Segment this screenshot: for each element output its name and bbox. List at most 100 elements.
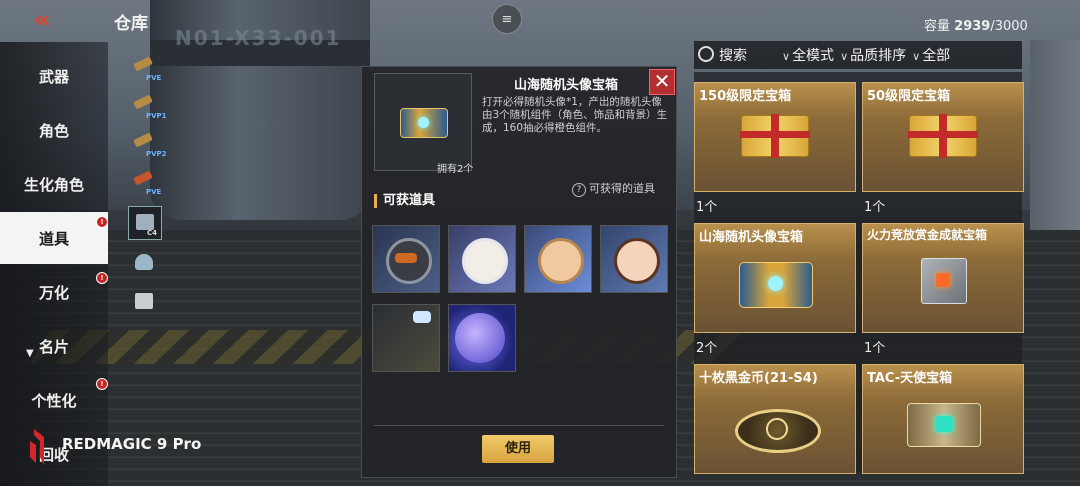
capacity-value: 2939 [954, 19, 991, 34]
reward-item[interactable] [524, 225, 592, 293]
hangar-text: N01-X33-001 [175, 26, 342, 50]
close-button[interactable]: ✕ [649, 69, 675, 95]
capacity-label: 容量 [924, 19, 951, 34]
sidebar-item-label: 个性化 [31, 391, 77, 410]
sub-category-helmet[interactable] [128, 248, 160, 280]
treasure-chest-icon [400, 108, 448, 138]
search-button[interactable]: 搜索 [694, 45, 776, 65]
item-name: 山海随机头像宝箱 [699, 230, 804, 245]
item-thumbnail: 拥有2个 [374, 73, 473, 175]
tac-chest-icon [907, 403, 981, 447]
reward-item[interactable] [372, 225, 440, 293]
notes-button[interactable]: ≡ [492, 4, 522, 34]
sub-category-pve[interactable]: PVE [128, 52, 162, 84]
filter-bar: 搜索 ∨ 全模式 ∨ 品质排序 ∨ 全部 [694, 41, 1022, 69]
sidebar-item-characters[interactable]: 角色 [0, 104, 108, 156]
new-badge-icon: ! [96, 216, 108, 228]
section-title: 可获道具 [374, 194, 435, 208]
brand-watermark: REDMAGIC 9 Pro [62, 435, 202, 453]
question-icon: ? [572, 183, 586, 197]
inventory-item[interactable]: 50级限定宝箱 [862, 82, 1024, 192]
item-name: 150级限定宝箱 [699, 89, 792, 104]
owned-count: 拥有2个 [437, 164, 474, 175]
sub-category-tag: C4 [147, 229, 158, 237]
treasure-chest-icon [739, 262, 813, 308]
quality-sort-label: 品质排序 [850, 48, 907, 64]
sub-category-c4[interactable]: C4 [128, 206, 162, 240]
mode-filter-dropdown[interactable]: ∨ 全模式 [776, 45, 834, 65]
sidebar-item-mutants[interactable]: 生化角色 [0, 158, 108, 210]
sub-category-pvp1[interactable]: PVP1 [128, 90, 167, 122]
sub-category-tag: PVP1 [146, 112, 167, 120]
inventory-item[interactable]: TAC-天使宝箱 [862, 364, 1024, 474]
item-quantity: 1个 [864, 200, 886, 215]
metal-chest-icon [921, 258, 967, 304]
coin-icon [735, 409, 821, 453]
search-icon [698, 46, 714, 62]
new-badge-icon: ! [96, 272, 108, 284]
sub-category-tag: PVP2 [146, 150, 167, 158]
inventory-item[interactable]: 150级限定宝箱 [694, 82, 856, 192]
sidebar-item-label: 角色 [38, 121, 69, 140]
inventory-item[interactable]: 火力竞放赏金成就宝箱 [862, 223, 1024, 333]
helmet-avatar-icon [386, 238, 432, 284]
inventory-item[interactable]: 十枚黑金币(21-S4) [694, 364, 856, 474]
sidebar-item-personalize[interactable]: 个性化 ! [0, 374, 108, 426]
gear-box-icon [135, 293, 153, 309]
item-quantity: 2个 [696, 341, 718, 356]
item-name: 火力竞放赏金成就宝箱 [867, 228, 988, 242]
gun-icon [133, 56, 153, 72]
notes-icon: ≡ [501, 11, 513, 27]
item-detail-dialog: 拥有2个 山海随机头像宝箱 ✕ 打开必得随机头像*1，产出的随机头像由3个随机组… [361, 66, 677, 478]
use-button[interactable]: 使用 [482, 435, 554, 463]
c4-box-icon [136, 214, 154, 230]
reward-item[interactable] [448, 225, 516, 293]
sidebar-item-wanhua[interactable]: 万化 ! [0, 266, 108, 318]
sub-category-strip: PVE PVP1 PVP2 PVE C4 [128, 52, 167, 314]
sub-category-pve-2[interactable]: PVE [128, 166, 161, 198]
sub-category-tag: PVE [146, 74, 162, 82]
double-chevron-left-icon: « [34, 5, 51, 35]
back-button[interactable]: « [34, 6, 70, 34]
sub-category-pvp2[interactable]: PVP2 [128, 128, 167, 160]
sidebar-item-items[interactable]: 道具 ! [0, 212, 108, 264]
gun-icon [133, 170, 153, 186]
new-badge-icon: ! [96, 378, 108, 390]
all-filter-label: 全部 [922, 48, 951, 64]
sub-category-gear[interactable] [128, 286, 160, 318]
sidebar-item-weapons[interactable]: 武器 [0, 50, 108, 102]
help-label: 可获得的道具 [589, 182, 655, 195]
white-hair-avatar-icon [462, 238, 508, 284]
inventory-item[interactable]: 山海随机头像宝箱 [694, 223, 856, 333]
sidebar-item-label: 武器 [38, 67, 69, 86]
sidebar-item-label: 名片 [38, 337, 69, 356]
sidebar-item-cards[interactable]: 名片 [0, 320, 108, 372]
helmet-icon [135, 254, 153, 270]
capacity-indicator: 容量 2939/3000 [924, 15, 1028, 34]
gift-box-icon [740, 114, 810, 158]
page-title: 仓库 [114, 14, 148, 34]
sidebar-item-label: 道具 [38, 229, 69, 248]
reward-item[interactable] [372, 304, 440, 372]
item-description: 打开必得随机头像*1，产出的随机头像由3个随机组件（角色、饰品和背景）生成，16… [482, 96, 668, 134]
item-name: 十枚黑金币(21-S4) [699, 371, 818, 386]
chevron-down-icon: ∨ [782, 50, 791, 63]
inventory-grid: 150级限定宝箱 1个 50级限定宝箱 1个 山海随机头像宝箱 2个 火力竞放赏… [694, 72, 1024, 474]
gift-box-icon [908, 114, 978, 158]
chevron-down-icon: ∨ [912, 50, 921, 63]
sidebar-item-label: 生化角色 [23, 175, 84, 194]
planet-background-icon [455, 313, 505, 363]
obtainable-items-help[interactable]: ? 可获得的道具 [572, 180, 655, 197]
category-sidebar: 武器 角色 生化角色 道具 ! 万化 ! ▼ 名片 个性化 ! 回收 [0, 42, 108, 486]
close-icon: ✕ [653, 69, 671, 93]
redmagic-logo-icon [30, 429, 44, 465]
reward-item[interactable] [448, 304, 516, 372]
blonde-avatar-icon [538, 238, 584, 284]
quality-sort-dropdown[interactable]: ∨ 品质排序 [834, 45, 906, 65]
divider [374, 425, 664, 426]
chevron-down-icon: ∨ [840, 50, 849, 63]
reward-item[interactable] [600, 225, 668, 293]
item-quantity: 1个 [696, 200, 718, 215]
all-filter-dropdown[interactable]: ∨ 全部 [906, 45, 950, 65]
mode-filter-label: 全模式 [792, 48, 835, 64]
